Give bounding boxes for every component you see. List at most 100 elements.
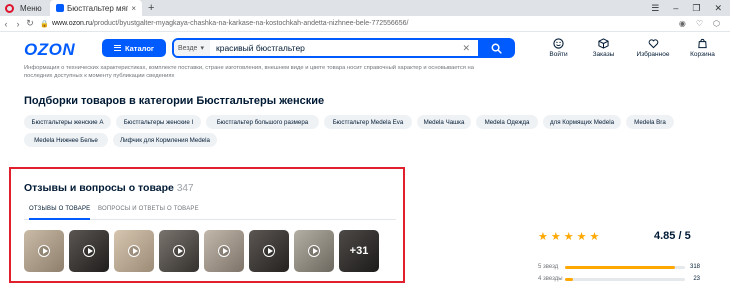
forward-icon[interactable]: › bbox=[12, 19, 24, 29]
address-bar: ‹ › ↻ 🔒 www.ozon.ru/product/byustgalter-… bbox=[0, 16, 730, 32]
browser-tab-title: Бюстгальтер мягкая чаш bbox=[67, 3, 129, 13]
rating-row-label: 4 звезды bbox=[538, 276, 563, 282]
favorites-label: Избранное bbox=[636, 51, 670, 58]
search-bar: Везде ▾ ✕ bbox=[172, 38, 515, 58]
extensions-icon[interactable]: ⬡ bbox=[713, 19, 720, 28]
maximize-icon[interactable]: ❐ bbox=[692, 3, 700, 14]
clear-search-icon[interactable]: ✕ bbox=[462, 43, 478, 54]
orders-label: Заказы bbox=[592, 51, 615, 58]
tab-questions[interactable]: ВОПРОСЫ И ОТВЕТЫ О ТОВАРЕ bbox=[98, 206, 199, 220]
play-icon bbox=[308, 245, 320, 257]
chevron-down-icon: ▾ bbox=[200, 45, 204, 52]
cart-link[interactable]: Корзина bbox=[680, 38, 725, 58]
back-icon[interactable]: ‹ bbox=[0, 19, 12, 29]
search-scope-label: Везде bbox=[178, 44, 198, 52]
collection-chip[interactable]: Бюстгальтеры женские I bbox=[116, 115, 201, 129]
star-icon: ★ bbox=[563, 231, 574, 243]
rating-bar-fill bbox=[565, 266, 676, 269]
browser-tab-strip: Меню Бюстгальтер мягкая чаш × + ☰ – ❐ ✕ bbox=[0, 0, 730, 16]
rating-row-label: 5 звезд bbox=[538, 264, 559, 270]
play-icon bbox=[83, 245, 95, 257]
review-video-thumb[interactable] bbox=[249, 230, 289, 272]
favorites-link[interactable]: Избранное bbox=[626, 38, 680, 58]
reload-icon[interactable]: ↻ bbox=[24, 18, 36, 29]
play-icon bbox=[218, 245, 230, 257]
search-input[interactable] bbox=[210, 43, 463, 53]
rating-bar bbox=[565, 266, 685, 269]
play-icon bbox=[128, 245, 140, 257]
collection-chip[interactable]: Лифчик для Кормления Medela bbox=[113, 133, 217, 147]
box-icon bbox=[598, 38, 609, 49]
url-path: /product/byustgalter-myagkaya-chashka-na… bbox=[92, 20, 409, 27]
rating-row-4[interactable]: 4 звезды 23 bbox=[538, 275, 700, 285]
rating-value: 4.85 / 5 bbox=[654, 230, 691, 242]
play-icon bbox=[263, 245, 275, 257]
play-icon bbox=[38, 245, 50, 257]
review-video-thumb[interactable] bbox=[294, 230, 334, 272]
ozon-logo[interactable]: OZON bbox=[24, 40, 75, 60]
more-media-button[interactable]: +31 bbox=[339, 230, 379, 272]
rating-row-count: 318 bbox=[689, 264, 700, 270]
orders-link[interactable]: Заказы bbox=[581, 38, 626, 58]
search-button[interactable] bbox=[478, 39, 514, 57]
collection-chip[interactable]: Medela Чашка bbox=[417, 115, 471, 129]
bookmark-heart-icon[interactable]: ♡ bbox=[696, 19, 703, 28]
menu-icon bbox=[113, 45, 121, 51]
collection-chip[interactable]: Medela Bra bbox=[626, 115, 674, 129]
collection-chip[interactable]: Medela Нижнее Белье bbox=[24, 133, 108, 147]
collection-chip[interactable]: Medela Одежда bbox=[476, 115, 538, 129]
rating-stars: ★ ★ ★ ★ ★ bbox=[538, 232, 599, 243]
camera-icon[interactable]: ◉ bbox=[679, 19, 686, 28]
search-icon bbox=[491, 43, 502, 54]
reviews-title-text: Отзывы и вопросы о товаре bbox=[24, 182, 174, 194]
window-controls: ☰ – ❐ ✕ bbox=[651, 3, 730, 14]
header-nav: Войти Заказы Избранное Корзина bbox=[536, 38, 725, 58]
browser-menu-button[interactable]: Меню bbox=[18, 0, 50, 16]
play-icon bbox=[173, 245, 185, 257]
cart-icon bbox=[698, 38, 707, 49]
star-icon: ★ bbox=[538, 231, 548, 243]
reviews-count: 347 bbox=[176, 183, 194, 194]
review-video-thumb[interactable] bbox=[204, 230, 244, 272]
minimize-icon[interactable]: – bbox=[673, 3, 678, 14]
new-tab-button[interactable]: + bbox=[142, 2, 160, 14]
ozon-favicon-icon bbox=[56, 4, 64, 12]
star-icon: ★ bbox=[576, 231, 587, 243]
browser-tab-active[interactable]: Бюстгальтер мягкая чаш × bbox=[50, 0, 142, 16]
reviews-tabs: ОТЗЫВЫ О ТОВАРЕ ВОПРОСЫ И ОТВЕТЫ О ТОВАР… bbox=[24, 206, 396, 220]
collections-title: Подборки товаров в категории Бюстгальтер… bbox=[24, 95, 325, 107]
tab-reviews[interactable]: ОТЗЫВЫ О ТОВАРЕ bbox=[29, 206, 91, 220]
more-media-count: +31 bbox=[349, 245, 369, 257]
collection-chip[interactable]: для Кормящих Medela bbox=[543, 115, 621, 129]
catalog-button[interactable]: Каталог bbox=[102, 39, 166, 57]
review-video-thumb[interactable] bbox=[159, 230, 199, 272]
browser-menu-label: Меню bbox=[20, 3, 42, 13]
rating-bar-fill bbox=[565, 278, 574, 281]
close-window-icon[interactable]: ✕ bbox=[714, 3, 722, 14]
star-icon: ★ bbox=[589, 231, 600, 243]
search-scope-select[interactable]: Везде ▾ bbox=[174, 40, 210, 56]
smile-icon bbox=[553, 38, 564, 49]
collection-chip[interactable]: Бюстгальтер большого размера bbox=[206, 115, 319, 129]
star-icon: ★ bbox=[550, 231, 561, 243]
lock-icon[interactable]: 🔒 bbox=[40, 20, 49, 28]
product-info-disclaimer: Информация о технических характеристиках… bbox=[24, 65, 474, 79]
login-label: Войти bbox=[549, 51, 568, 58]
tab-close-icon[interactable]: × bbox=[131, 4, 136, 13]
review-video-thumb[interactable] bbox=[69, 230, 109, 272]
address-bar-actions: ◉ ♡ ⬡ bbox=[679, 19, 730, 28]
collection-chip[interactable]: Бюстгальтеры женские А bbox=[24, 115, 111, 129]
collection-chip[interactable]: Бюстгальтер Medela Eva bbox=[324, 115, 412, 129]
rating-bar bbox=[565, 278, 685, 281]
url-field[interactable]: www.ozon.ru/product/byustgalter-myagkaya… bbox=[52, 20, 408, 27]
tab-search-icon[interactable]: ☰ bbox=[651, 3, 659, 14]
reviews-title: Отзывы и вопросы о товаре 347 bbox=[24, 182, 194, 194]
review-video-thumb[interactable] bbox=[24, 230, 64, 272]
opera-logo-icon[interactable] bbox=[0, 0, 18, 16]
review-video-thumb[interactable] bbox=[114, 230, 154, 272]
heart-icon bbox=[648, 39, 658, 49]
site-header: OZON Каталог Везде ▾ ✕ Войти bbox=[0, 33, 730, 63]
login-link[interactable]: Войти bbox=[536, 38, 581, 58]
rating-row-5[interactable]: 5 звезд 318 bbox=[538, 263, 700, 273]
catalog-label: Каталог bbox=[124, 43, 155, 53]
